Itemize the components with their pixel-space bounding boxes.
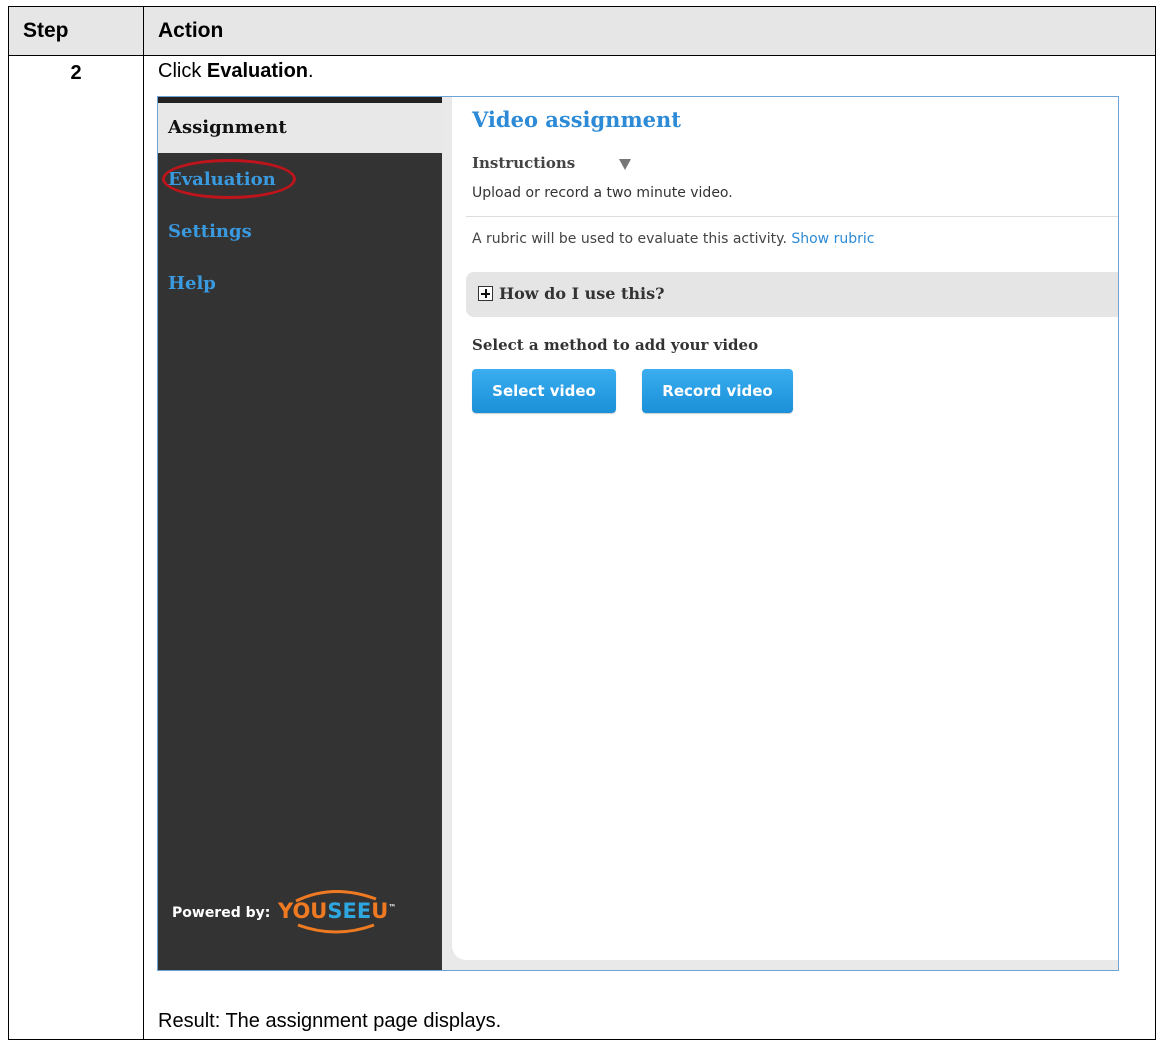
powered-by-label: Powered by:: [172, 905, 271, 921]
sidebar-item-settings[interactable]: Settings: [168, 221, 252, 242]
page-title: Video assignment: [472, 107, 681, 132]
instruction-text: Click Evaluation.: [158, 60, 314, 83]
main-content: Video assignment Instructions Upload or …: [452, 97, 1118, 960]
logo-see: SEE: [327, 899, 372, 923]
divider: [466, 216, 1118, 217]
instruction-bold: Evaluation: [206, 60, 309, 82]
show-rubric-link[interactable]: Show rubric: [791, 231, 874, 247]
instructions-text: Upload or record a two minute video.: [472, 185, 733, 201]
step-number: 2: [8, 55, 144, 1040]
youseeu-logo: YOUSEEU™: [278, 885, 398, 935]
header-step: Step: [8, 6, 144, 56]
sidebar-item-assignment[interactable]: Assignment: [158, 103, 442, 153]
logo-tm: ™: [388, 903, 397, 912]
record-video-button[interactable]: Record video: [642, 369, 793, 413]
app-screenshot: Assignment Evaluation Settings Help Powe…: [157, 96, 1119, 971]
step-table: Step Action 2 Click Evaluation. Assignme…: [8, 6, 1156, 1040]
rubric-notice: A rubric will be used to evaluate this a…: [472, 231, 874, 247]
how-to-label[interactable]: How do I use this?: [499, 284, 665, 303]
highlight-circle: [162, 159, 296, 199]
triangle-down-icon[interactable]: [619, 159, 631, 170]
logo-text: YOUSEEU™: [278, 899, 396, 923]
header-action: Action: [143, 6, 1156, 56]
table-row: 2 Click Evaluation. Assignment Evaluatio…: [8, 55, 1156, 1040]
sidebar-item-help[interactable]: Help: [168, 273, 216, 294]
action-cell: Click Evaluation. Assignment Evaluation …: [143, 55, 1156, 1040]
method-label: Select a method to add your video: [472, 336, 759, 354]
logo-u: U: [371, 899, 389, 923]
instruction-prefix: Click: [158, 60, 207, 82]
table-header-row: Step Action: [8, 6, 1156, 56]
sidebar: Assignment Evaluation Settings Help Powe…: [158, 97, 442, 970]
how-to-panel[interactable]: How do I use this?: [466, 272, 1118, 317]
result-text: Result: The assignment page displays.: [158, 1010, 502, 1032]
instruction-suffix: .: [308, 60, 314, 82]
logo-you: YOU: [278, 899, 328, 923]
select-video-button[interactable]: Select video: [472, 369, 616, 413]
rubric-text: A rubric will be used to evaluate this a…: [472, 231, 787, 247]
instructions-toggle[interactable]: Instructions: [472, 154, 575, 172]
plus-icon[interactable]: [478, 286, 493, 301]
